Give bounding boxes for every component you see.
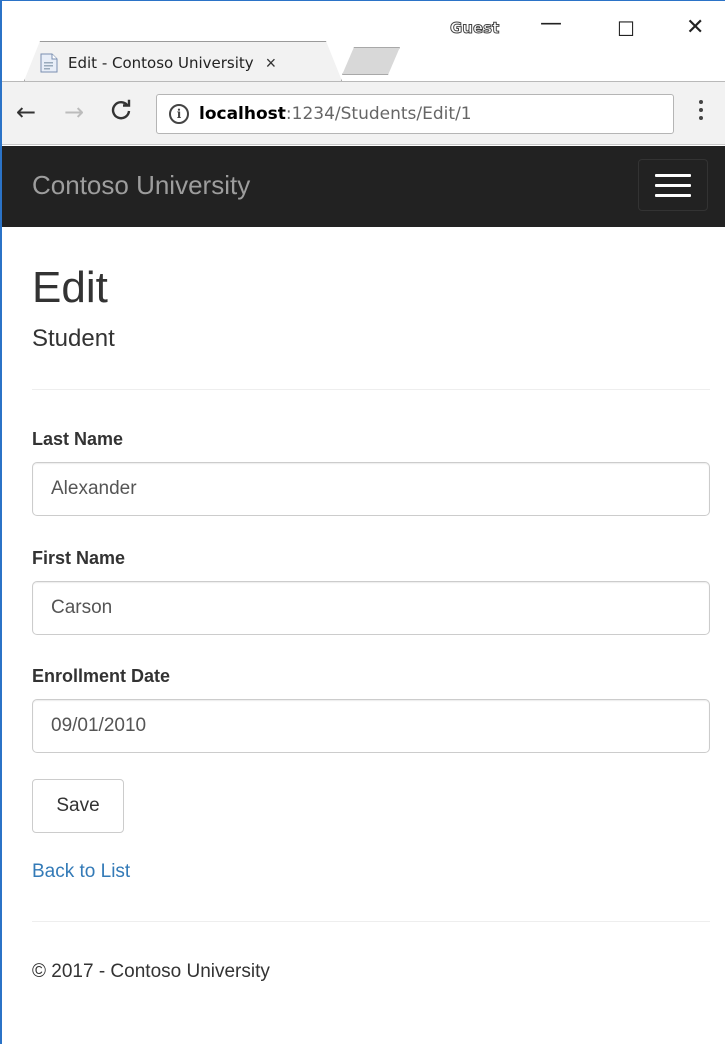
footer-text: © 2017 - Contoso University	[32, 961, 270, 982]
reload-icon[interactable]	[110, 99, 132, 125]
site-navbar: Contoso University	[2, 146, 725, 227]
back-to-list-link[interactable]: Back to List	[32, 861, 130, 883]
url-path: :1234/Students/Edit/1	[285, 104, 472, 124]
address-bar[interactable]: i localhost:1234/Students/Edit/1	[156, 94, 674, 134]
url-text: localhost:1234/Students/Edit/1	[199, 104, 472, 124]
url-host: localhost	[199, 104, 286, 124]
profile-label[interactable]: Guest	[449, 19, 499, 38]
enrollment-date-label: Enrollment Date	[32, 666, 171, 686]
hamburger-bar	[655, 173, 691, 177]
browser-toolbar: ← → i localhost:1234/Students/Edit/1	[2, 81, 725, 145]
back-arrow-icon[interactable]: ←	[16, 100, 36, 124]
brand-link[interactable]: Contoso University	[32, 170, 250, 201]
menu-dot	[699, 100, 703, 104]
save-button[interactable]: Save	[32, 779, 124, 833]
page-title: Edit	[32, 263, 108, 312]
forward-arrow-icon[interactable]: →	[64, 100, 84, 124]
close-window-icon[interactable]: ✕	[686, 15, 704, 40]
last-name-label: Last Name	[32, 429, 124, 449]
divider	[32, 389, 710, 390]
menu-dot	[699, 108, 703, 112]
first-name-label: First Name	[32, 548, 126, 568]
title-bar: Edit - Contoso University × Guest — ☐ ✕	[2, 1, 725, 79]
first-name-input[interactable]	[32, 581, 710, 635]
minimize-icon[interactable]: —	[540, 11, 562, 36]
info-icon[interactable]: i	[169, 104, 189, 124]
tab-close-icon[interactable]: ×	[266, 54, 277, 72]
page-icon	[40, 53, 58, 73]
maximize-icon[interactable]: ☐	[617, 17, 635, 41]
hamburger-bar	[655, 183, 691, 187]
last-name-input[interactable]	[32, 462, 710, 516]
menu-dot	[699, 116, 703, 120]
browser-window: Edit - Contoso University × Guest — ☐ ✕ …	[0, 0, 725, 1044]
new-tab-button[interactable]	[342, 47, 400, 75]
page-subtitle: Student	[32, 325, 115, 352]
browser-menu-icon[interactable]	[698, 100, 704, 120]
divider	[32, 921, 710, 922]
browser-tab[interactable]: Edit - Contoso University ×	[28, 45, 338, 81]
hamburger-icon[interactable]	[638, 159, 708, 211]
hamburger-bar	[655, 193, 691, 197]
enrollment-date-input[interactable]	[32, 699, 710, 753]
tab-title: Edit - Contoso University	[68, 54, 254, 72]
